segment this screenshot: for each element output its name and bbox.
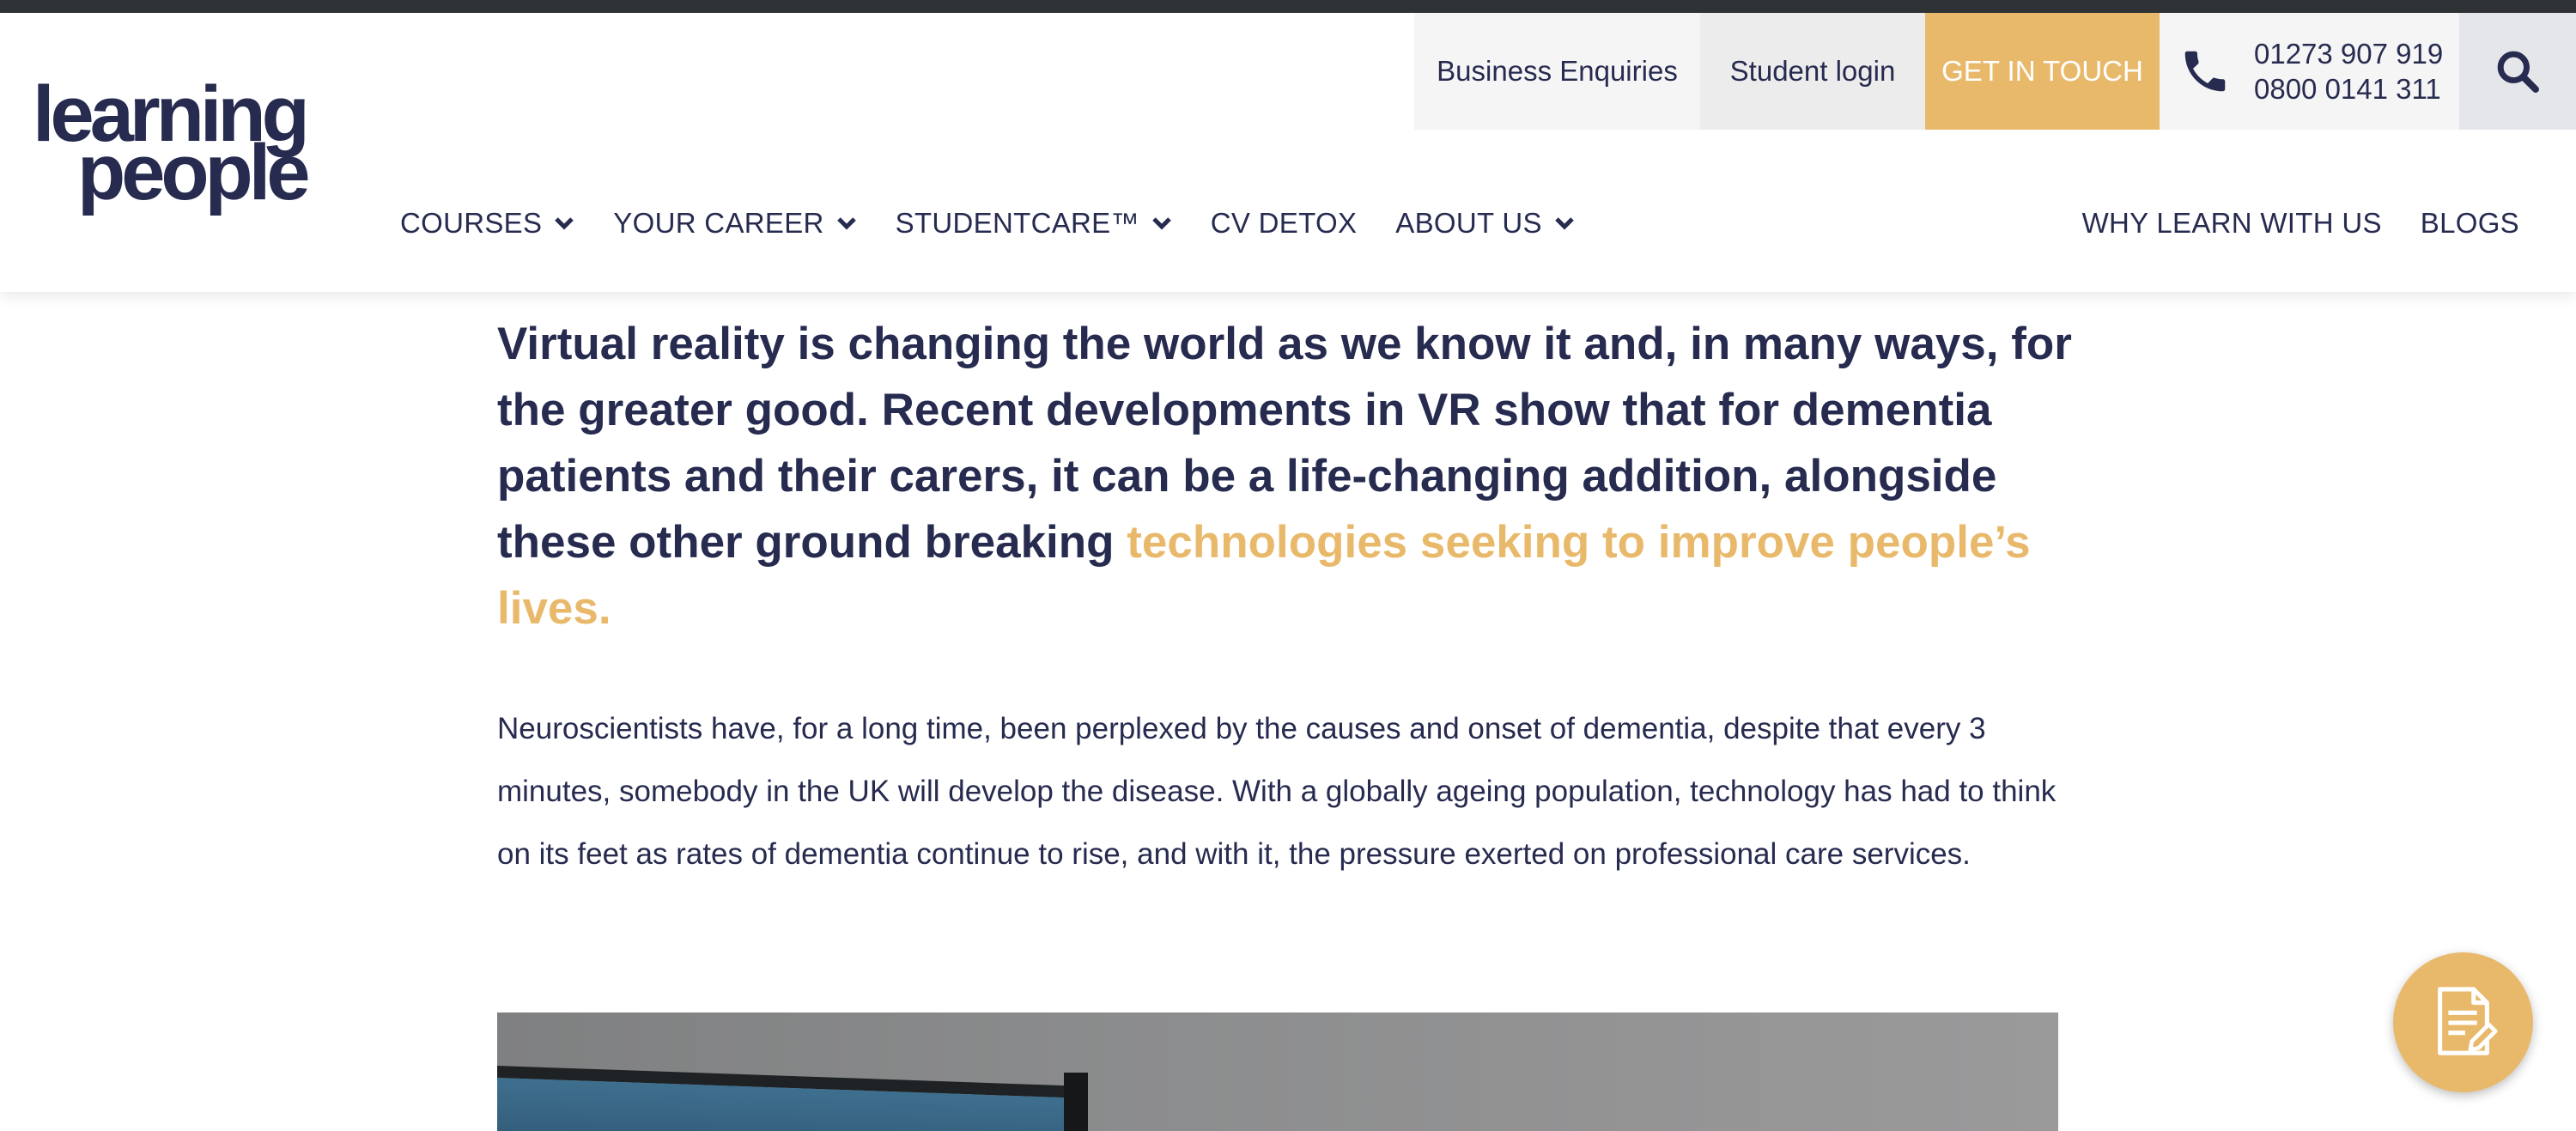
nav-blogs[interactable]: BLOGS [2421,207,2519,240]
document-edit-icon [2437,986,2497,1055]
nav-cv-detox[interactable]: CV DETOX [1211,207,1358,240]
phone-number-1[interactable]: 01273 907 919 [2254,36,2443,71]
chevron-down-icon [1554,217,1574,230]
nav-cv-detox-label: CV DETOX [1210,207,1358,239]
article-paragraph: Neuroscientists have, for a long time, b… [497,712,2057,871]
top-strip [0,0,2576,13]
logo-line-2: people [77,129,310,216]
chevron-down-icon [555,217,574,230]
search-button[interactable] [2459,13,2576,130]
student-login-link[interactable]: Student login [1700,13,1925,130]
search-icon [2497,51,2539,93]
business-enquiries-link[interactable]: Business Enquiries [1414,13,1700,130]
get-in-touch-button[interactable]: GET IN TOUCH [1925,13,2160,130]
nav-why-learn-with-us[interactable]: WHY LEARN WITH US [2082,207,2382,240]
nav-about-us-label: ABOUT US [1395,207,1542,239]
floating-enquiry-button[interactable] [2393,952,2533,1092]
nav-about-us[interactable]: ABOUT US [1395,207,1575,240]
nav-courses-label: COURSES [400,207,543,239]
monitor-side [1064,1073,1088,1131]
phone-number-2[interactable]: 0800 0141 311 [2254,71,2443,106]
article-lead: Virtual reality is changing the world as… [497,311,2077,642]
site-logo[interactable]: learning people [33,75,310,229]
nav-studentcare-label: STUDENTCARE™ [895,207,1139,239]
article-hero-image [497,1012,2058,1131]
nav-studentcare[interactable]: STUDENTCARE™ [896,207,1172,240]
site-header: learning people Business Enquiries Stude… [0,13,2576,292]
chevron-down-icon [1151,217,1171,230]
chevron-down-icon [836,217,856,230]
nav-your-career[interactable]: YOUR CAREER [613,207,856,240]
phone-numbers: 01273 907 919 0800 0141 311 [2160,13,2459,130]
secondary-navigation: WHY LEARN WITH US BLOGS [2082,207,2519,240]
main-navigation: COURSES YOUR CAREER STUDENTCARE™ CV DETO… [400,207,1613,240]
phone-icon [2184,51,2226,92]
nav-courses[interactable]: COURSES [400,207,574,240]
utility-bar: Business Enquiries Student login GET IN … [1414,13,2576,130]
nav-your-career-label: YOUR CAREER [613,207,824,239]
